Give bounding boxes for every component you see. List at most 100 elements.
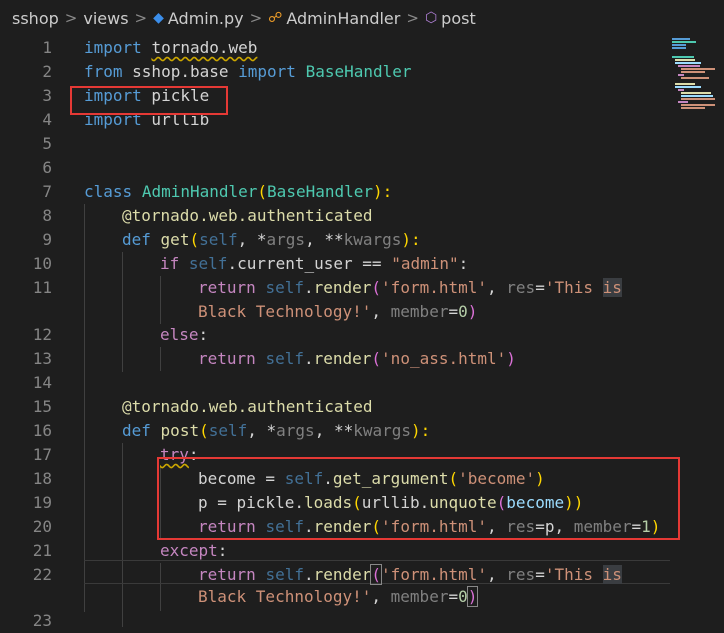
token: return [198, 278, 256, 297]
token: @tornado.web.authenticated [122, 397, 373, 416]
token: def [122, 230, 151, 249]
token: Black Technology!' [198, 302, 372, 321]
token: post [160, 421, 200, 440]
token: ( [371, 278, 382, 297]
line-number: 21 [32, 541, 52, 560]
minimap-line [672, 56, 694, 58]
token: kwargs [353, 421, 412, 440]
code-line: 1 import tornado.web [0, 36, 672, 60]
token: from [84, 62, 123, 81]
token: : [188, 445, 199, 464]
minimap-line [672, 38, 690, 40]
token: member [573, 517, 632, 536]
token: import [84, 86, 142, 105]
token: self [265, 517, 304, 536]
token: ( [496, 493, 507, 512]
breadcrumb-folder-sshop[interactable]: sshop [12, 9, 59, 28]
token: def [122, 421, 151, 440]
token: self [188, 254, 228, 273]
token: ( [370, 564, 383, 585]
line-number: 17 [32, 445, 52, 464]
token: . [323, 469, 333, 488]
token: , * [237, 230, 267, 249]
token: unquote [429, 493, 497, 512]
line-number: 15 [32, 397, 52, 416]
token: import [238, 62, 296, 81]
token: ): [401, 230, 421, 249]
code-line: 10 if self.current_user == "admin": [0, 252, 672, 276]
token: 'become' [458, 469, 536, 488]
token: urllib [141, 110, 210, 129]
code-line: 21 except: [0, 539, 672, 563]
token: 'This [544, 278, 603, 297]
code-line: 20 return self.render('form.html', res=p… [0, 515, 672, 539]
code-line: 22 return self.render('form.html', res='… [0, 563, 672, 587]
code-line: 14 [0, 371, 672, 395]
line-number: 4 [42, 110, 52, 129]
token: member [390, 587, 449, 606]
breadcrumb-separator: > [249, 9, 263, 27]
breadcrumb: sshop > views > ◆ Admin.py > ☍ AdminHand… [0, 0, 724, 36]
code-line: 12 else: [0, 323, 672, 347]
minimap-line [675, 59, 695, 61]
token: class [84, 182, 133, 201]
code-line: 5 [0, 132, 672, 156]
breadcrumb-separator: > [64, 9, 78, 27]
minimap-line [672, 44, 686, 46]
token: : [458, 254, 469, 273]
token: try [160, 445, 189, 464]
token: : [198, 325, 209, 344]
line-number: 3 [42, 86, 52, 105]
code-line-wrap: Black Technology!', member=0) [0, 585, 672, 609]
token: ( [257, 182, 268, 201]
token: 0 [458, 587, 468, 606]
token: member [390, 302, 449, 321]
minimap-line [681, 77, 709, 79]
token: ( [371, 517, 382, 536]
minimap-line [678, 89, 684, 91]
line-number: 8 [42, 206, 52, 225]
token: . [303, 278, 314, 297]
token: 0 [458, 302, 468, 321]
line-number: 18 [32, 469, 52, 488]
minimap[interactable] [670, 36, 724, 627]
token: render [313, 278, 372, 297]
minimap-line [678, 101, 688, 103]
token: loads [303, 493, 353, 512]
breadcrumb-method[interactable]: post [441, 9, 476, 28]
breadcrumb-folder-views[interactable]: views [83, 9, 128, 28]
code-line: 19 p = pickle.loads(urllib.unquote(becom… [0, 491, 672, 515]
code-line: 9 def get(self, *args, **kwargs): [0, 228, 672, 252]
token: is [602, 278, 622, 297]
token: ): [373, 182, 393, 201]
token: 1 [641, 517, 651, 536]
token: ) [650, 517, 661, 536]
token: get [160, 230, 190, 249]
token: is [602, 565, 622, 584]
breadcrumb-file[interactable]: Admin.py [168, 9, 244, 28]
token: 'This [544, 565, 603, 584]
line-number: 2 [42, 62, 52, 81]
line-number: 23 [32, 611, 52, 630]
breadcrumb-class[interactable]: AdminHandler [286, 9, 400, 28]
token: ) [506, 349, 516, 368]
line-number: 22 [32, 565, 52, 584]
code-editor[interactable]: 1 import tornado.web 2 from sshop.base i… [0, 36, 724, 630]
code-line: 4 import urllib [0, 108, 672, 132]
code-line: 13 return self.render('no_ass.html') [0, 347, 672, 371]
token: ) [466, 586, 479, 607]
line-number: 16 [32, 421, 52, 440]
code-line: 11 return self.render('form.html', res='… [0, 276, 672, 300]
minimap-line [675, 86, 701, 88]
line-number: 20 [32, 517, 52, 536]
token: become [506, 493, 565, 512]
token: sshop.base [122, 62, 239, 81]
minimap-line [681, 71, 705, 73]
token: : [217, 541, 228, 560]
token: , [487, 565, 507, 584]
token: if [160, 254, 180, 273]
